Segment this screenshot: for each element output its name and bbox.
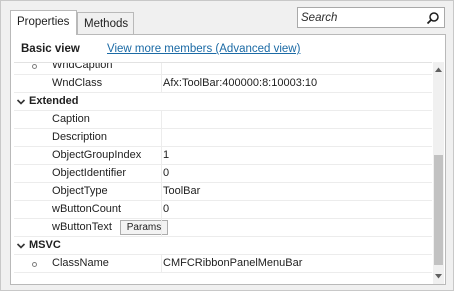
property-row-wndclass[interactable]: WndClass Afx:ToolBar:400000:8:10003:10 <box>14 75 432 93</box>
object-properties-window: Properties Methods Basic view View more … <box>0 0 454 291</box>
property-name: Caption <box>52 113 90 125</box>
property-bullet-icon <box>32 64 37 69</box>
property-row-classname[interactable]: ClassName CMFCRibbonPanelMenuBar <box>14 255 432 273</box>
property-row-wbuttontext[interactable]: wButtonText Params <box>14 219 432 237</box>
property-row-objecttype[interactable]: ObjectType ToolBar <box>14 183 432 201</box>
search-input[interactable] <box>301 9 425 26</box>
property-name: ClassName <box>52 257 109 269</box>
property-name: wButtonText <box>52 221 112 233</box>
property-bullet-icon <box>32 262 37 267</box>
chevron-down-icon[interactable] <box>16 97 26 107</box>
property-name: ObjectGroupIndex <box>52 149 142 161</box>
tab-methods[interactable]: Methods <box>77 12 134 34</box>
property-name: ObjectType <box>52 185 108 197</box>
tab-properties[interactable]: Properties <box>10 10 77 35</box>
property-value[interactable]: 0 <box>163 167 169 179</box>
vertical-scrollbar[interactable] <box>433 62 444 284</box>
scroll-up-icon[interactable] <box>433 65 444 74</box>
property-row-objectgroupindex[interactable]: ObjectGroupIndex 1 <box>14 147 432 165</box>
property-value[interactable]: 0 <box>163 203 169 215</box>
group-title: Extended <box>29 95 79 107</box>
search-icon[interactable] <box>426 11 440 25</box>
scroll-thumb[interactable] <box>434 155 443 265</box>
group-extended[interactable]: Extended <box>14 93 432 111</box>
property-row-wndcaption[interactable]: WndCaption <box>14 62 432 75</box>
advanced-view-link[interactable]: View more members (Advanced view) <box>107 43 300 55</box>
property-value[interactable]: Afx:ToolBar:400000:8:10003:10 <box>163 77 317 89</box>
search-box <box>297 7 445 28</box>
property-name: WndClass <box>52 77 103 89</box>
group-msvc[interactable]: MSVC <box>14 237 432 255</box>
property-row-wbuttoncount[interactable]: wButtonCount 0 <box>14 201 432 219</box>
scroll-down-icon[interactable] <box>433 272 444 281</box>
properties-panel: Basic view View more members (Advanced v… <box>10 34 446 285</box>
property-name: ObjectIdentifier <box>52 167 126 179</box>
property-row-objectidentifier[interactable]: ObjectIdentifier 0 <box>14 165 432 183</box>
view-header: Basic view View more members (Advanced v… <box>11 35 445 62</box>
basic-view-label: Basic view <box>21 43 80 55</box>
group-title: MSVC <box>29 239 61 251</box>
property-value[interactable]: ToolBar <box>163 185 200 197</box>
property-value[interactable]: CMFCRibbonPanelMenuBar <box>163 257 302 269</box>
property-value[interactable]: 1 <box>163 149 169 161</box>
property-grid: WndCaption WndClass Afx:ToolBar:400000:8… <box>14 62 432 284</box>
property-row-description[interactable]: Description <box>14 129 432 147</box>
property-name: wButtonCount <box>52 203 122 215</box>
property-name: Description <box>52 131 108 143</box>
property-row-caption[interactable]: Caption <box>14 111 432 129</box>
property-name: WndCaption <box>52 62 113 71</box>
chevron-down-icon[interactable] <box>16 241 26 251</box>
